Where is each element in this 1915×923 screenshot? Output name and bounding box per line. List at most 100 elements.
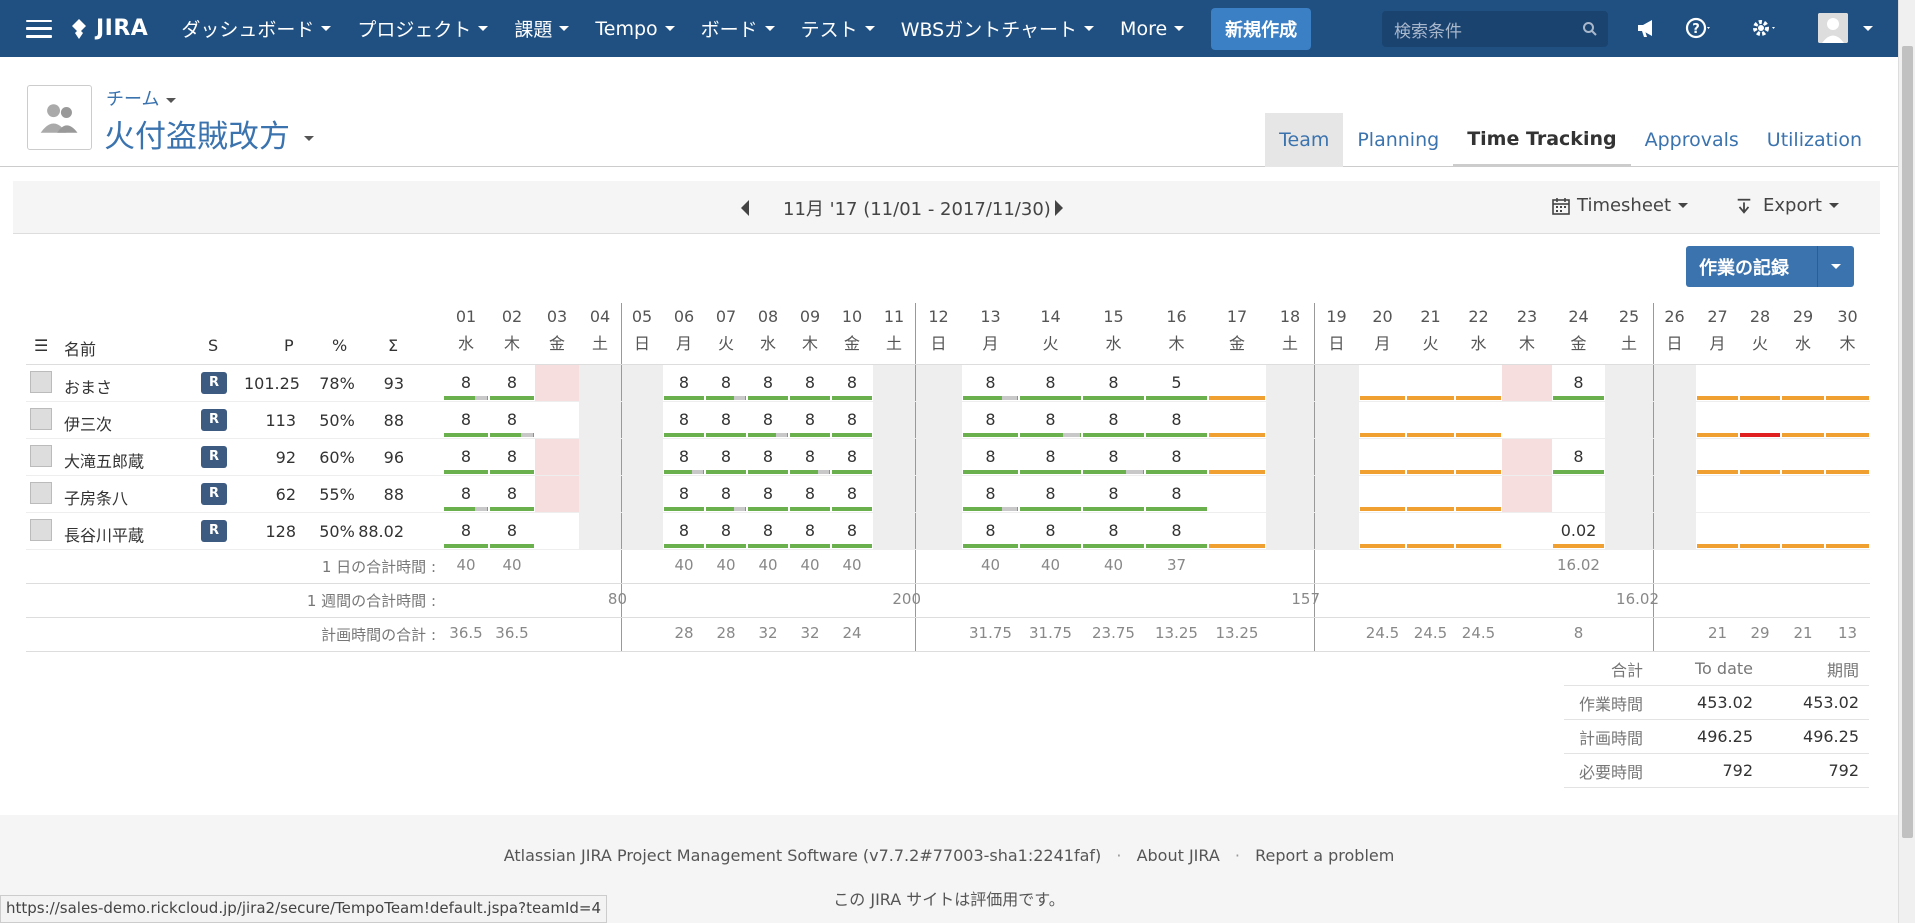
next-period-icon[interactable] bbox=[1055, 200, 1063, 216]
hours-cell[interactable]: 8 bbox=[663, 521, 705, 540]
create-button[interactable]: 新規作成 bbox=[1211, 7, 1312, 50]
hours-cell[interactable]: 8 bbox=[1019, 484, 1082, 503]
hours-cell[interactable]: 0.02 bbox=[1552, 521, 1605, 540]
tab-planning[interactable]: Planning bbox=[1343, 113, 1453, 167]
hours-cell[interactable]: 8 bbox=[705, 410, 747, 429]
hours-cell[interactable]: 8 bbox=[1145, 447, 1208, 466]
hours-cell[interactable]: 8 bbox=[962, 447, 1019, 466]
hours-cell[interactable]: 8 bbox=[489, 521, 535, 540]
hours-cell[interactable]: 8 bbox=[831, 410, 873, 429]
user-name[interactable]: 長谷川平蔵 bbox=[64, 522, 144, 546]
hours-cell[interactable]: 8 bbox=[1082, 521, 1145, 540]
hours-cell[interactable]: 8 bbox=[962, 410, 1019, 429]
hours-cell[interactable]: 8 bbox=[1019, 373, 1082, 392]
hours-cell[interactable]: 8 bbox=[489, 484, 535, 503]
tab-time-tracking[interactable]: Time Tracking bbox=[1453, 113, 1631, 167]
megaphone-icon[interactable] bbox=[1634, 15, 1660, 41]
hours-cell[interactable]: 8 bbox=[443, 484, 489, 503]
chevron-down-icon[interactable] bbox=[1863, 26, 1873, 31]
hours-cell[interactable]: 8 bbox=[443, 447, 489, 466]
hours-cell[interactable]: 8 bbox=[489, 410, 535, 429]
log-work-dropdown[interactable] bbox=[1818, 264, 1854, 269]
hours-cell[interactable]: 8 bbox=[663, 484, 705, 503]
nav-wbs-gantt[interactable]: WBSガントチャート bbox=[888, 0, 1107, 57]
hours-cell[interactable]: 8 bbox=[663, 447, 705, 466]
nav-boards[interactable]: ボード bbox=[688, 0, 788, 57]
hours-cell[interactable]: 8 bbox=[1082, 373, 1145, 392]
hours-cell[interactable]: 8 bbox=[962, 373, 1019, 392]
hours-cell[interactable]: 8 bbox=[831, 373, 873, 392]
hours-cell[interactable]: 8 bbox=[663, 373, 705, 392]
hours-cell[interactable]: 8 bbox=[962, 484, 1019, 503]
hours-cell[interactable]: 8 bbox=[831, 447, 873, 466]
hours-cell[interactable]: 8 bbox=[789, 484, 831, 503]
hours-cell[interactable]: 8 bbox=[705, 521, 747, 540]
gear-icon[interactable] bbox=[1750, 15, 1776, 41]
nav-tempo[interactable]: Tempo bbox=[582, 0, 687, 57]
hours-cell[interactable]: 8 bbox=[443, 521, 489, 540]
hours-cell[interactable]: 8 bbox=[705, 447, 747, 466]
hours-cell[interactable]: 8 bbox=[443, 410, 489, 429]
help-icon[interactable]: ? bbox=[1685, 15, 1711, 41]
team-dropdown[interactable]: チーム bbox=[106, 85, 177, 111]
hours-cell[interactable]: 8 bbox=[831, 484, 873, 503]
hours-cell[interactable]: 8 bbox=[1145, 410, 1208, 429]
user-name[interactable]: 伊三次 bbox=[64, 411, 112, 435]
hours-cell[interactable]: 8 bbox=[1145, 521, 1208, 540]
user-name[interactable]: 子房条八 bbox=[64, 485, 128, 509]
search-icon[interactable] bbox=[1582, 21, 1598, 37]
hours-cell[interactable]: 8 bbox=[747, 373, 789, 392]
menu-icon[interactable] bbox=[22, 12, 56, 46]
team-name[interactable]: 火付盗賊改方 bbox=[104, 111, 314, 156]
hours-cell[interactable]: 8 bbox=[1019, 521, 1082, 540]
hours-cell[interactable]: 8 bbox=[831, 521, 873, 540]
user-avatar[interactable] bbox=[1818, 13, 1848, 43]
hours-cell[interactable]: 8 bbox=[789, 447, 831, 466]
hours-cell[interactable]: 5 bbox=[1145, 373, 1208, 392]
hours-cell[interactable]: 8 bbox=[789, 410, 831, 429]
hours-cell[interactable]: 8 bbox=[789, 373, 831, 392]
hours-cell[interactable]: 8 bbox=[747, 484, 789, 503]
hours-cell[interactable]: 8 bbox=[1552, 447, 1605, 466]
report-problem-link[interactable]: Report a problem bbox=[1255, 846, 1394, 865]
hours-cell[interactable]: 8 bbox=[705, 484, 747, 503]
hours-cell[interactable]: 8 bbox=[489, 447, 535, 466]
hours-cell[interactable]: 8 bbox=[747, 521, 789, 540]
hours-cell[interactable]: 8 bbox=[1082, 484, 1145, 503]
hours-cell[interactable]: 8 bbox=[1145, 484, 1208, 503]
hours-cell[interactable]: 8 bbox=[1019, 447, 1082, 466]
page-scrollbar[interactable] bbox=[1898, 0, 1915, 923]
previous-period-icon[interactable] bbox=[741, 200, 749, 216]
export-dropdown[interactable]: Export bbox=[1735, 195, 1839, 216]
hours-cell[interactable]: 8 bbox=[1082, 447, 1145, 466]
tab-approvals[interactable]: Approvals bbox=[1631, 113, 1753, 167]
scrollbar-thumb[interactable] bbox=[1902, 46, 1913, 838]
reorder-icon[interactable]: ☰ bbox=[34, 336, 48, 355]
nav-dashboard[interactable]: ダッシュボード bbox=[168, 0, 344, 57]
hours-cell[interactable]: 8 bbox=[489, 373, 535, 392]
jira-logo[interactable]: JIRA bbox=[68, 16, 148, 41]
hours-cell[interactable]: 8 bbox=[789, 521, 831, 540]
tab-team[interactable]: Team bbox=[1265, 113, 1344, 167]
nav-more[interactable]: More bbox=[1107, 0, 1197, 57]
hours-cell[interactable]: 8 bbox=[705, 373, 747, 392]
hours-cell[interactable]: 8 bbox=[1082, 410, 1145, 429]
hours-cell[interactable]: 8 bbox=[1552, 373, 1605, 392]
nav-issues[interactable]: 課題 bbox=[501, 0, 582, 57]
about-jira-link[interactable]: About JIRA bbox=[1137, 846, 1220, 865]
log-work-button[interactable]: 作業の記録 bbox=[1686, 246, 1854, 287]
user-name[interactable]: 大滝五郎蔵 bbox=[64, 448, 144, 472]
user-name[interactable]: おまさ bbox=[64, 374, 112, 398]
hours-cell[interactable]: 8 bbox=[663, 410, 705, 429]
hours-cell[interactable]: 8 bbox=[1019, 410, 1082, 429]
tab-utilization[interactable]: Utilization bbox=[1753, 113, 1876, 167]
search-input[interactable]: 検索条件 bbox=[1382, 11, 1608, 47]
hours-cell[interactable]: 8 bbox=[747, 447, 789, 466]
nav-tests[interactable]: テスト bbox=[788, 0, 888, 57]
planned-total: 13.25 bbox=[1155, 624, 1198, 642]
timesheet-dropdown[interactable]: Timesheet bbox=[1551, 195, 1689, 216]
hours-cell[interactable]: 8 bbox=[747, 410, 789, 429]
hours-cell[interactable]: 8 bbox=[962, 521, 1019, 540]
hours-cell[interactable]: 8 bbox=[443, 373, 489, 392]
nav-projects[interactable]: プロジェクト bbox=[344, 0, 501, 57]
